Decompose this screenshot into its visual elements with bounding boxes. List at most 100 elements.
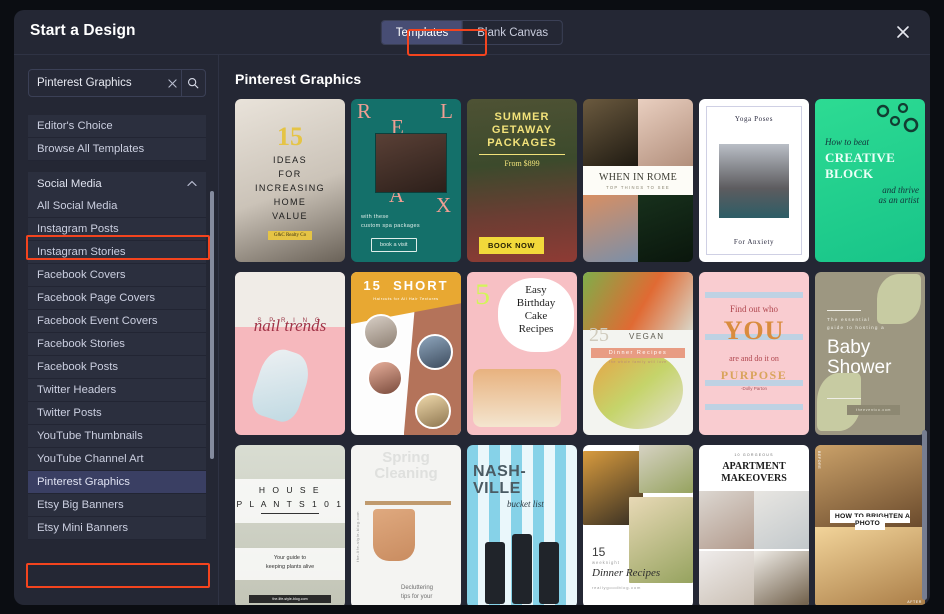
sidebar-item-twitter-posts[interactable]: Twitter Posts: [28, 402, 206, 425]
close-icon[interactable]: [892, 21, 914, 43]
template-card[interactable]: H O U S E P L A N T S 1 0 1 Your guide t…: [235, 445, 345, 605]
template-text: Spring: [382, 449, 430, 466]
template-text: VALUE: [272, 210, 308, 221]
sidebar-item-twitter-headers[interactable]: Twitter Headers: [28, 379, 206, 402]
template-image: [375, 133, 447, 193]
sidebar-item-instagram-posts[interactable]: Instagram Posts: [28, 218, 206, 241]
template-text: Birthday: [516, 297, 556, 309]
template-card[interactable]: Spring Cleaning the-life-style-blog.com …: [351, 445, 461, 605]
sidebar-item-youtube-channel-art[interactable]: YouTube Channel Art: [28, 448, 206, 471]
sidebar-item-all-social-media[interactable]: All Social Media: [28, 195, 206, 218]
template-text: theeventco.com: [847, 405, 901, 415]
gallery-scrollbar[interactable]: [922, 430, 927, 600]
template-image: [815, 527, 925, 605]
template-image: [817, 373, 861, 431]
annotation-box-pinterest-graphics: [26, 563, 210, 588]
template-image: [365, 501, 451, 505]
sidebar-item-etsy-big-banners[interactable]: Etsy Big Banners: [28, 494, 206, 517]
template-text: custom spa packages: [361, 223, 420, 229]
template-card[interactable]: 25 VEGAN Dinner Recipes the whole family…: [583, 272, 693, 435]
template-text: Spring Cleaning: [351, 450, 461, 482]
template-card[interactable]: SUMMER GETAWAY PACKAGES From $899 BOOK N…: [467, 99, 577, 262]
template-card[interactable]: WHEN IN ROME TOP THINGS TO SEE: [583, 99, 693, 262]
template-image: [539, 542, 559, 604]
template-image: [583, 195, 693, 262]
template-text: NASH-: [473, 463, 527, 480]
template-text: WHEN IN ROME: [598, 172, 678, 183]
sidebar-item-facebook-page-covers[interactable]: Facebook Page Covers: [28, 287, 206, 310]
divider: [479, 154, 565, 155]
template-text: weeknight: [592, 560, 620, 565]
template-card[interactable]: 5 Easy Birthday Cake Recipes: [467, 272, 577, 435]
template-text: the-life-style-blog.com: [356, 511, 360, 562]
sidebar-item-facebook-event-covers[interactable]: Facebook Event Covers: [28, 310, 206, 333]
tab-templates[interactable]: Templates: [381, 21, 463, 44]
template-text: reallygoodblog.com: [592, 585, 642, 590]
sidebar-item-pinterest-graphics[interactable]: Pinterest Graphics: [28, 471, 206, 494]
template-text: For Anxiety: [733, 238, 775, 246]
template-image: [485, 542, 505, 604]
template-text: TOP THINGS TO SEE: [606, 185, 670, 190]
template-text: Cleaning: [374, 465, 438, 482]
template-caption: HOW TO BRIGHTEN A PHOTO: [815, 510, 925, 530]
sidebar-item-facebook-covers[interactable]: Facebook Covers: [28, 264, 206, 287]
template-card[interactable]: 10 GORGEOUS APARTMENT MAKEOVERS: [699, 445, 809, 605]
sidebar-item-editors-choice[interactable]: Editor's Choice: [28, 115, 206, 138]
sidebar-item-browse-all-templates[interactable]: Browse All Templates: [28, 138, 206, 161]
sidebar-item-facebook-posts[interactable]: Facebook Posts: [28, 356, 206, 379]
start-a-design-dialog: Start a Design Templates Blank Canvas Pi…: [14, 10, 930, 605]
template-text: PACKAGES: [487, 137, 557, 149]
template-text: P L A N T S 1 0 1: [236, 499, 344, 509]
template-text: BOOK NOW: [479, 237, 544, 254]
divider: [827, 310, 861, 311]
sidebar-group-label: Social Media: [37, 177, 102, 190]
template-card[interactable]: Find out who YOU are and do it on PURPOS…: [699, 272, 809, 435]
sidebar-item-list: All Social Media Instagram Posts Instagram…: [28, 195, 206, 540]
template-text: FOR: [278, 168, 302, 179]
template-text: as an artist: [878, 195, 919, 205]
template-text: are and do it on: [729, 354, 779, 363]
template-card[interactable]: 15 weeknight Dinner Recipes reallygoodbl…: [583, 445, 693, 605]
sidebar-item-facebook-stories[interactable]: Facebook Stories: [28, 333, 206, 356]
template-card[interactable]: 15 IDEAS FOR INCREASING HOME VALUE G&C R…: [235, 99, 345, 262]
template-card[interactable]: BEFORE AFTER HOW TO BRIGHTEN A PHOTO: [815, 445, 925, 605]
template-card[interactable]: How to beat CREATIVE BLOCK and thrive as…: [815, 99, 925, 262]
sidebar-scrollbar[interactable]: [210, 191, 214, 459]
template-text: H O U S E: [258, 485, 322, 495]
template-card[interactable]: S P R I N G nail trends: [235, 272, 345, 435]
template-image: [373, 509, 415, 561]
search-input[interactable]: [29, 70, 165, 96]
template-text: NASH- VILLE: [473, 463, 571, 497]
template-text: 15: [277, 121, 303, 151]
sidebar-item-instagram-stories[interactable]: Instagram Stories: [28, 241, 206, 264]
template-text: Yoga Poses: [734, 115, 774, 123]
template-text: keeping plants alive: [265, 564, 315, 570]
template-image: [417, 334, 453, 370]
template-card[interactable]: NASH- VILLE bucket list: [467, 445, 577, 605]
template-text: Recipes: [518, 323, 554, 335]
template-text: PURPOSE: [720, 368, 788, 382]
sidebar-item-youtube-thumbnails[interactable]: YouTube Thumbnails: [28, 425, 206, 448]
template-card[interactable]: 15 SHORT Haircuts for All Hair Textures: [351, 272, 461, 435]
sidebar-item-etsy-mini-banners[interactable]: Etsy Mini Banners: [28, 517, 206, 540]
dialog-title: Start a Design: [30, 22, 136, 39]
clear-search-icon[interactable]: [165, 70, 181, 96]
chevron-up-icon: [187, 179, 197, 189]
template-text: The essential guide to hosting a: [827, 316, 917, 332]
template-text: Haircuts for All Hair Textures: [373, 296, 439, 301]
sidebar-group-social-media[interactable]: Social Media: [28, 172, 206, 195]
template-image: [473, 369, 561, 427]
template-text: L: [440, 99, 453, 123]
template-text: CREATIVE BLOCK: [825, 150, 896, 181]
template-card[interactable]: Yoga Poses For Anxiety: [699, 99, 809, 262]
tab-blank-canvas[interactable]: Blank Canvas: [462, 21, 562, 44]
template-text: SUMMER: [494, 111, 550, 123]
template-image: [367, 360, 403, 396]
search-icon[interactable]: [180, 70, 205, 96]
template-card[interactable]: The essential guide to hosting a Baby Sh…: [815, 272, 925, 435]
template-frame: Yoga Poses For Anxiety: [706, 106, 802, 255]
template-card[interactable]: R E L A X with these custom spa packages…: [351, 99, 461, 262]
view-mode-tabs: Templates Blank Canvas: [380, 20, 564, 45]
template-text: INCREASING: [254, 182, 325, 193]
